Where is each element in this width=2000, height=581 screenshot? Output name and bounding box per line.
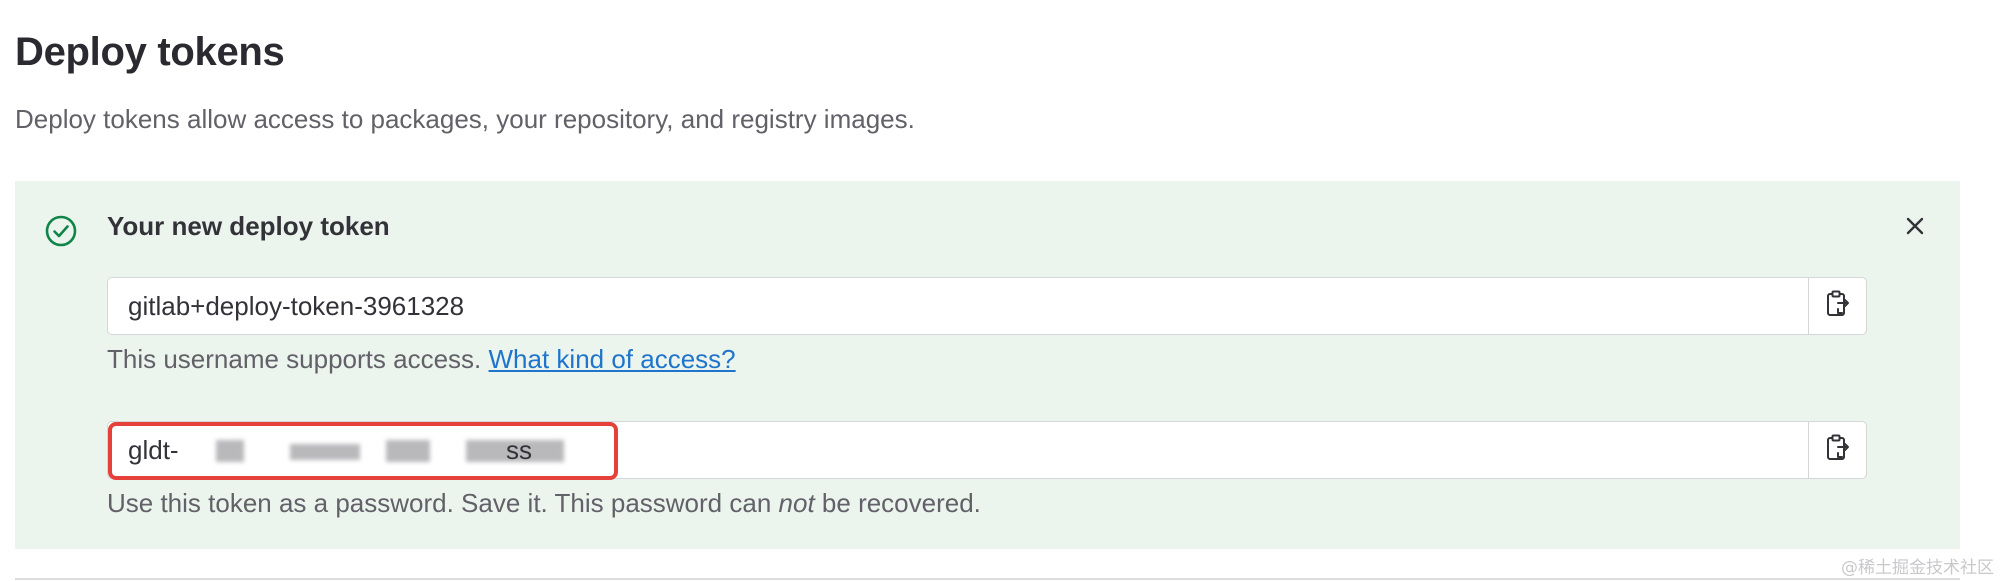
redacted-block [386, 440, 430, 462]
token-input[interactable] [108, 422, 1808, 478]
alert-title: Your new deploy token [107, 211, 390, 241]
redacted-block [216, 440, 244, 462]
watermark: @稀土掘金技术社区 [1841, 558, 1994, 578]
page-title: Deploy tokens [15, 30, 285, 74]
token-field: ss [107, 421, 1867, 480]
copy-token-button[interactable] [1808, 422, 1866, 478]
token-help: Use this token as a password. Save it. T… [107, 488, 981, 519]
token-help-emphasis: not [778, 488, 815, 518]
username-field [107, 277, 1867, 335]
section-divider [15, 578, 1960, 580]
access-help-link[interactable]: What kind of access? [489, 344, 736, 374]
username-input[interactable] [108, 278, 1808, 334]
check-circle-icon [43, 213, 79, 249]
copy-to-clipboard-icon [1825, 433, 1851, 468]
close-icon[interactable] [1900, 211, 1930, 241]
copy-to-clipboard-icon [1825, 289, 1851, 324]
username-help: This username supports access. What kind… [107, 344, 736, 375]
page-description: Deploy tokens allow access to packages, … [15, 104, 915, 134]
new-token-alert: Your new deploy token This username supp… [15, 181, 1960, 549]
token-help-suffix: be recovered. [821, 488, 981, 518]
copy-username-button[interactable] [1808, 278, 1866, 334]
redacted-block [290, 444, 360, 460]
token-visible-tail: ss [506, 435, 532, 465]
token-help-text: Use this token as a password. Save it. T… [107, 488, 772, 518]
username-help-text: This username supports access. [107, 344, 482, 374]
